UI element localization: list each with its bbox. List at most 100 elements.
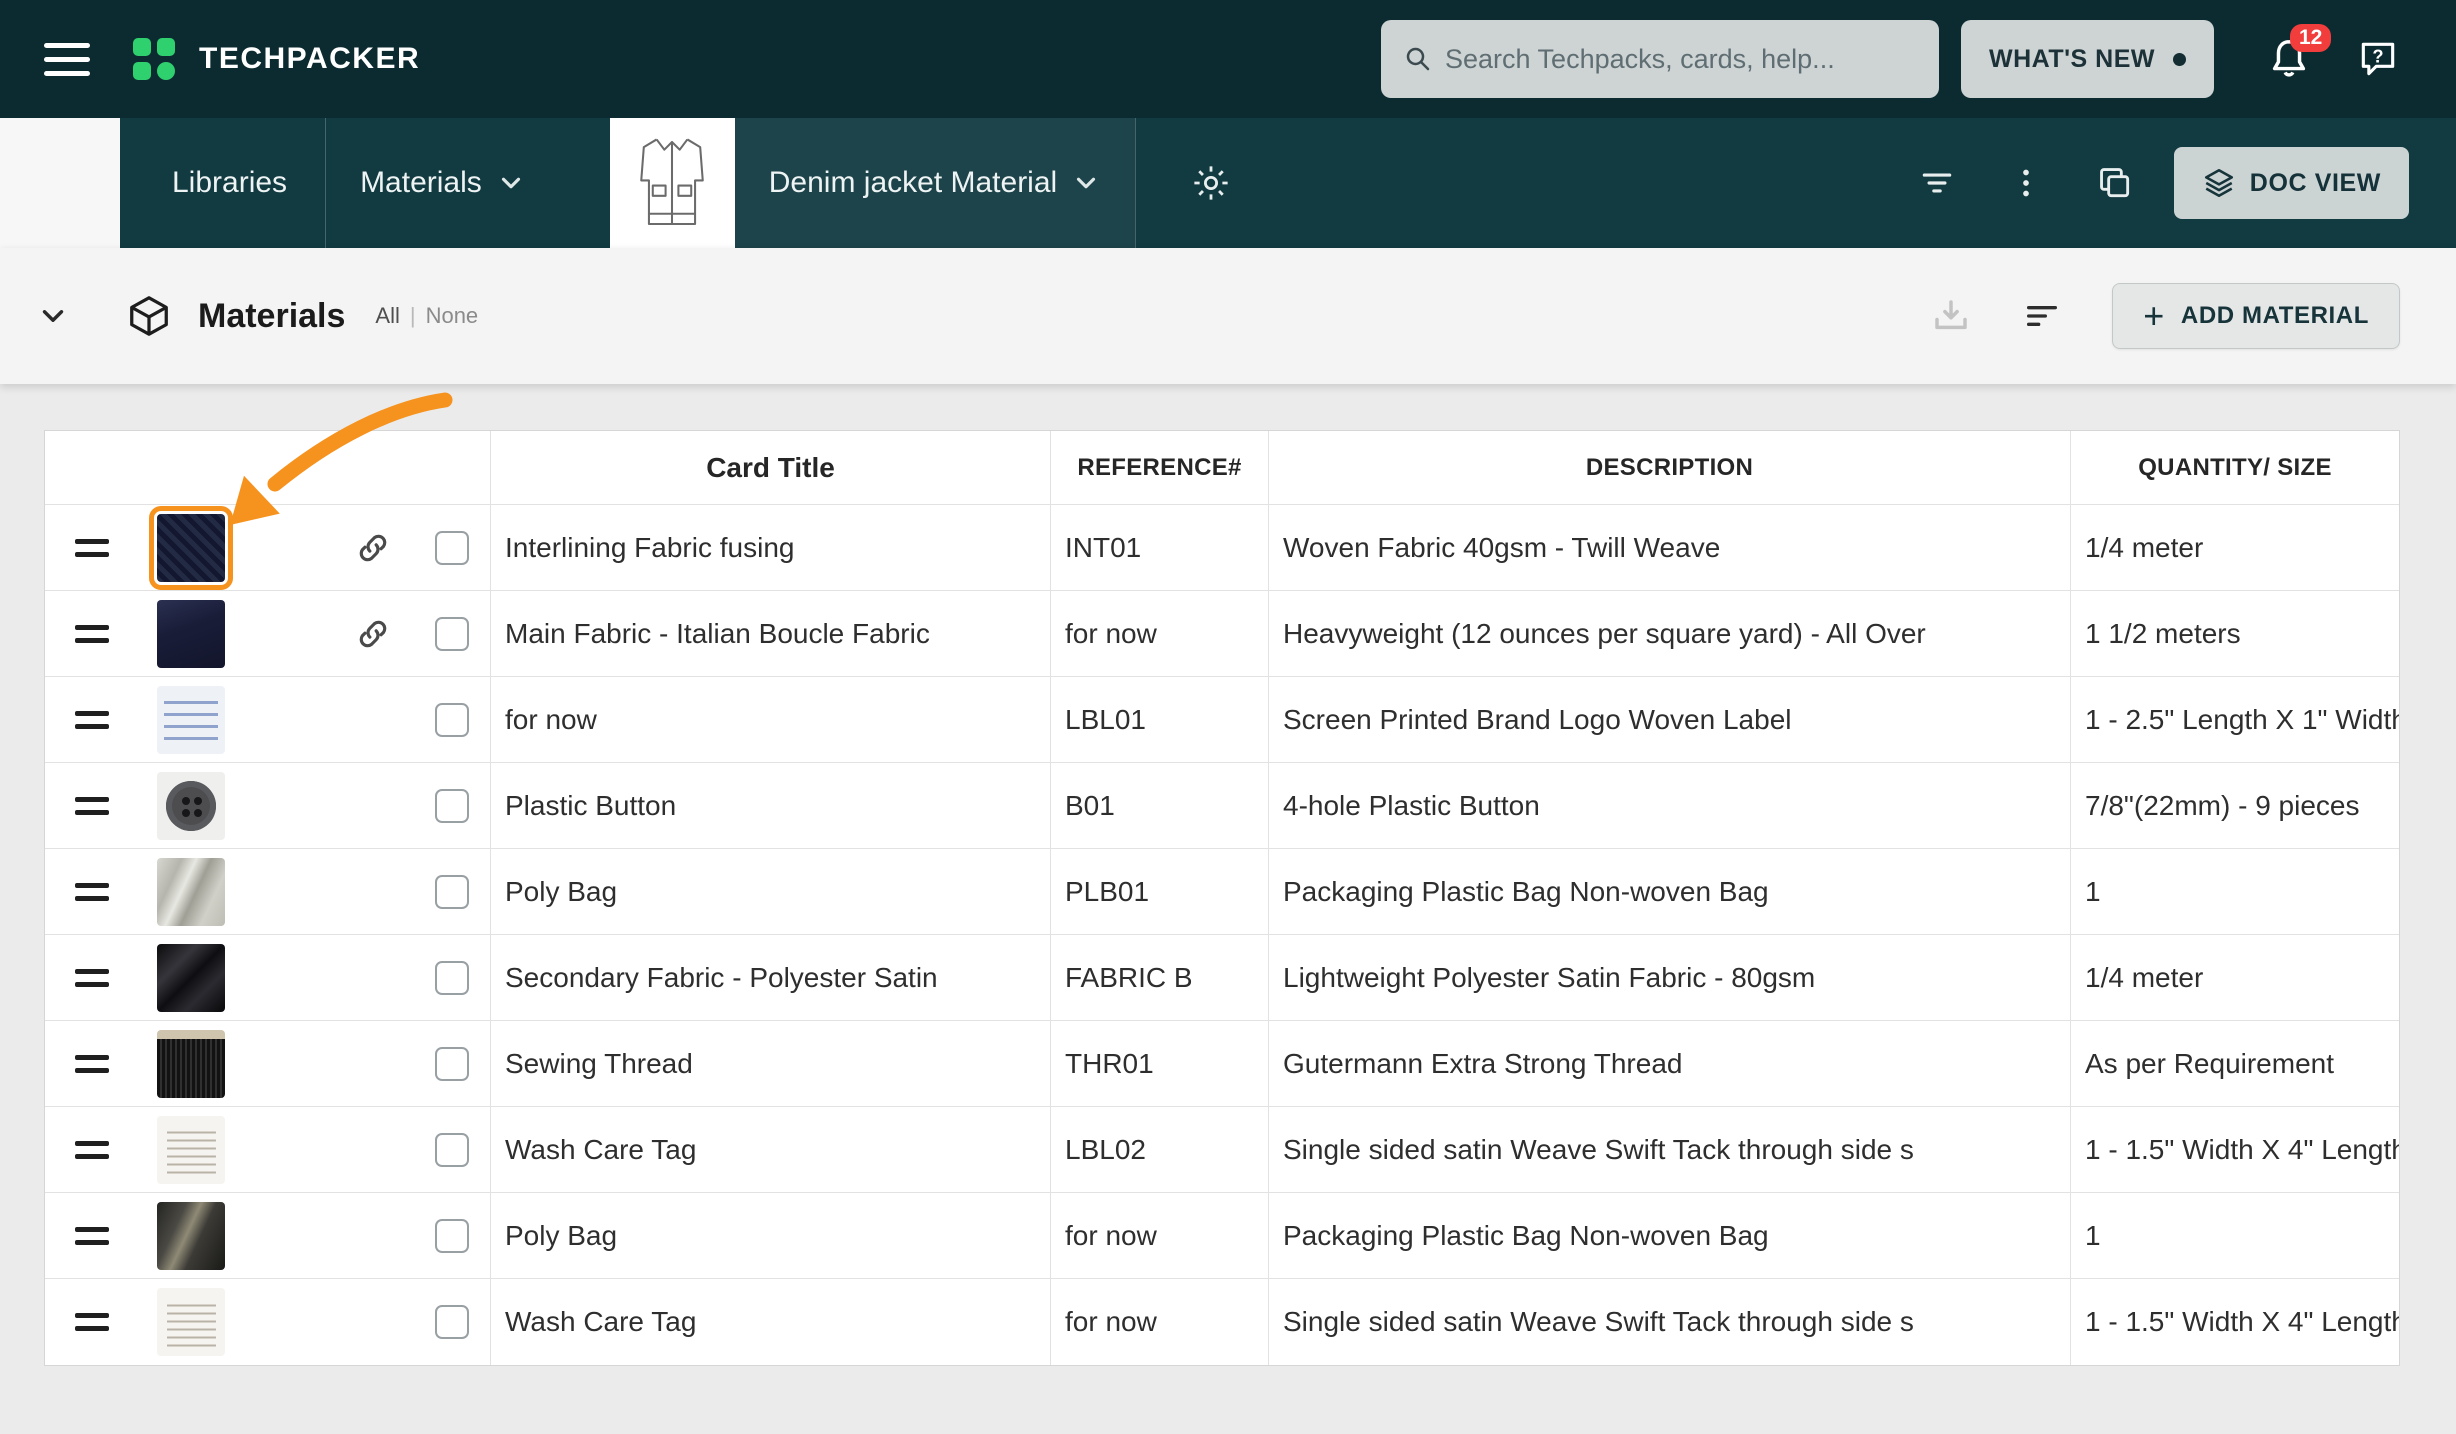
reference-cell[interactable]: for now xyxy=(1051,1279,1269,1365)
reference-cell[interactable]: for now xyxy=(1051,1193,1269,1278)
select-none-link[interactable]: None xyxy=(426,303,479,329)
techpack-name-dropdown[interactable]: Denim jacket Material xyxy=(735,118,1135,248)
filter-button[interactable] xyxy=(1892,118,1982,248)
link-slot[interactable] xyxy=(353,1131,393,1169)
description-cell[interactable]: Single sided satin Weave Swift Tack thro… xyxy=(1269,1279,2071,1365)
description-cell[interactable]: Gutermann Extra Strong Thread xyxy=(1269,1021,2071,1106)
material-thumbnail[interactable] xyxy=(157,772,225,840)
card-title-cell[interactable]: for now xyxy=(491,677,1051,762)
drag-handle-icon[interactable] xyxy=(69,711,115,729)
material-thumbnail[interactable] xyxy=(157,600,225,668)
link-slot[interactable] xyxy=(353,873,393,911)
techpacker-logo-icon[interactable] xyxy=(133,38,175,80)
description-cell[interactable]: Lightweight Polyester Satin Fabric - 80g… xyxy=(1269,935,2071,1020)
card-title-cell[interactable]: Interlining Fabric fusing xyxy=(491,505,1051,590)
card-title-cell[interactable]: Wash Care Tag xyxy=(491,1279,1051,1365)
material-thumbnail[interactable] xyxy=(157,1202,225,1270)
material-thumbnail[interactable] xyxy=(157,944,225,1012)
reference-cell[interactable]: INT01 xyxy=(1051,505,1269,590)
reference-cell[interactable]: LBL01 xyxy=(1051,677,1269,762)
row-checkbox[interactable] xyxy=(435,961,469,995)
material-thumbnail[interactable] xyxy=(157,1288,225,1356)
menu-icon[interactable] xyxy=(44,43,90,76)
search-box[interactable] xyxy=(1381,20,1939,98)
nav-libraries[interactable]: Libraries xyxy=(120,118,325,248)
drag-handle-icon[interactable] xyxy=(69,1227,115,1245)
row-checkbox[interactable] xyxy=(435,789,469,823)
doc-view-button[interactable]: DOC VIEW xyxy=(2174,147,2409,219)
description-cell[interactable]: Woven Fabric 40gsm - Twill Weave xyxy=(1269,505,2071,590)
row-checkbox[interactable] xyxy=(435,1047,469,1081)
notifications-button[interactable]: 12 xyxy=(2266,36,2312,82)
add-material-button[interactable]: + ADD MATERIAL xyxy=(2112,283,2400,349)
techpack-settings-button[interactable] xyxy=(1160,118,1262,248)
collapse-section-button[interactable] xyxy=(36,299,70,333)
drag-handle-icon[interactable] xyxy=(69,1055,115,1073)
link-slot[interactable] xyxy=(353,529,393,567)
row-checkbox[interactable] xyxy=(435,703,469,737)
whats-new-button[interactable]: WHAT'S NEW xyxy=(1961,20,2214,98)
drag-handle-icon[interactable] xyxy=(69,883,115,901)
drag-handle-icon[interactable] xyxy=(69,797,115,815)
card-title-cell[interactable]: Sewing Thread xyxy=(491,1021,1051,1106)
drag-handle-icon[interactable] xyxy=(69,969,115,987)
search-input[interactable] xyxy=(1445,44,1917,75)
quantity-cell[interactable]: 1 - 2.5" Length X 1" Width xyxy=(2071,677,2399,762)
link-slot[interactable] xyxy=(353,787,393,825)
row-checkbox[interactable] xyxy=(435,875,469,909)
quantity-cell[interactable]: 1/4 meter xyxy=(2071,505,2399,590)
link-slot[interactable] xyxy=(353,701,393,739)
card-title-cell[interactable]: Poly Bag xyxy=(491,1193,1051,1278)
reference-cell[interactable]: FABRIC B xyxy=(1051,935,1269,1020)
description-cell[interactable]: Packaging Plastic Bag Non-woven Bag xyxy=(1269,1193,2071,1278)
drag-handle-icon[interactable] xyxy=(69,1141,115,1159)
drag-handle-icon[interactable] xyxy=(69,625,115,643)
quantity-cell[interactable]: 7/8"(22mm) - 9 pieces xyxy=(2071,763,2399,848)
card-title-cell[interactable]: Plastic Button xyxy=(491,763,1051,848)
card-title-cell[interactable]: Poly Bag xyxy=(491,849,1051,934)
select-all-link[interactable]: All xyxy=(375,303,399,329)
description-cell[interactable]: 4-hole Plastic Button xyxy=(1269,763,2071,848)
link-slot[interactable] xyxy=(353,615,393,653)
reference-cell[interactable]: THR01 xyxy=(1051,1021,1269,1106)
link-slot[interactable] xyxy=(353,1045,393,1083)
reference-cell[interactable]: PLB01 xyxy=(1051,849,1269,934)
description-cell[interactable]: Single sided satin Weave Swift Tack thro… xyxy=(1269,1107,2071,1192)
link-slot[interactable] xyxy=(353,1217,393,1255)
save-section-button[interactable] xyxy=(1930,295,1972,337)
quantity-cell[interactable]: As per Requirement xyxy=(2071,1021,2399,1106)
link-slot[interactable] xyxy=(353,1303,393,1341)
link-slot[interactable] xyxy=(353,959,393,997)
sort-button[interactable] xyxy=(2022,296,2062,336)
description-cell[interactable]: Heavyweight (12 ounces per square yard) … xyxy=(1269,591,2071,676)
material-thumbnail[interactable] xyxy=(157,1116,225,1184)
copy-button[interactable] xyxy=(2070,118,2160,248)
card-title-cell[interactable]: Secondary Fabric - Polyester Satin xyxy=(491,935,1051,1020)
nav-materials-dropdown[interactable]: Materials xyxy=(326,118,560,248)
card-title-cell[interactable]: Main Fabric - Italian Boucle Fabric xyxy=(491,591,1051,676)
quantity-cell[interactable]: 1/4 meter xyxy=(2071,935,2399,1020)
row-checkbox[interactable] xyxy=(435,1305,469,1339)
quantity-cell[interactable]: 1 xyxy=(2071,1193,2399,1278)
techpack-thumbnail[interactable] xyxy=(610,118,735,248)
quantity-cell[interactable]: 1 - 1.5" Width X 4" Length xyxy=(2071,1279,2399,1365)
row-checkbox[interactable] xyxy=(435,1219,469,1253)
reference-cell[interactable]: B01 xyxy=(1051,763,1269,848)
description-cell[interactable]: Packaging Plastic Bag Non-woven Bag xyxy=(1269,849,2071,934)
row-checkbox[interactable] xyxy=(435,617,469,651)
card-title-cell[interactable]: Wash Care Tag xyxy=(491,1107,1051,1192)
help-button[interactable]: ? xyxy=(2356,37,2400,81)
more-options-button[interactable] xyxy=(1982,118,2070,248)
quantity-cell[interactable]: 1 xyxy=(2071,849,2399,934)
drag-handle-icon[interactable] xyxy=(69,1313,115,1331)
description-cell[interactable]: Screen Printed Brand Logo Woven Label xyxy=(1269,677,2071,762)
material-thumbnail[interactable] xyxy=(157,858,225,926)
row-checkbox[interactable] xyxy=(435,1133,469,1167)
drag-handle-icon[interactable] xyxy=(69,539,115,557)
material-thumbnail[interactable] xyxy=(157,514,225,582)
quantity-cell[interactable]: 1 - 1.5" Width X 4" Length xyxy=(2071,1107,2399,1192)
material-thumbnail[interactable] xyxy=(157,686,225,754)
quantity-cell[interactable]: 1 1/2 meters xyxy=(2071,591,2399,676)
material-thumbnail[interactable] xyxy=(157,1030,225,1098)
reference-cell[interactable]: LBL02 xyxy=(1051,1107,1269,1192)
